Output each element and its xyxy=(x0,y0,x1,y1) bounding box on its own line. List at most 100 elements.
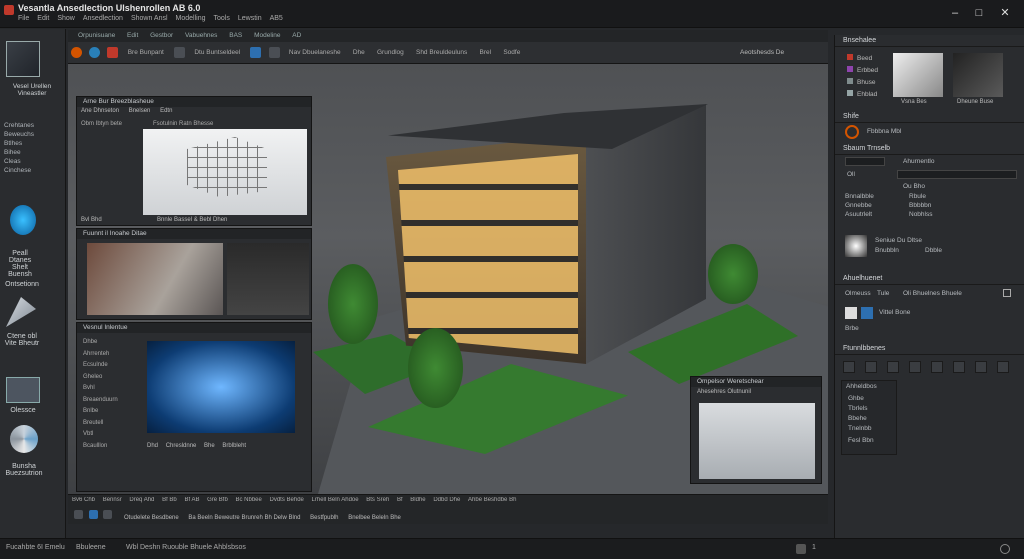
notification-icon[interactable] xyxy=(796,544,806,554)
bottom-item[interactable]: Dreq Ahd xyxy=(129,497,154,503)
menu-edit[interactable]: Edit xyxy=(37,15,49,22)
inspector-row[interactable]: Vbtl xyxy=(83,429,133,441)
minimize-icon[interactable]: – xyxy=(948,6,962,20)
tab-1[interactable]: Orpunisuane xyxy=(78,32,115,39)
light-icon[interactable] xyxy=(845,235,867,257)
bottom-item[interactable]: Bf AB xyxy=(184,497,199,503)
stop-icon[interactable] xyxy=(103,510,113,519)
material-icon[interactable] xyxy=(845,307,857,319)
inspector-foot-item[interactable]: Chresldnne xyxy=(166,443,197,449)
layer-item[interactable]: Ghbe xyxy=(848,395,864,402)
wireframe-mini-preview[interactable] xyxy=(699,403,815,479)
select-tool-icon[interactable] xyxy=(6,297,36,327)
bottom-item[interactable]: Ba Beeln Beweutre Brunreh Bh Delw Blnd xyxy=(188,515,300,521)
bottom-item[interactable]: Bv6 Chb xyxy=(72,497,95,503)
figure-tool-icon[interactable] xyxy=(10,205,36,235)
anim-item[interactable]: Tule xyxy=(877,290,889,297)
bottom-item[interactable]: Dvdts Behde xyxy=(270,497,304,503)
func-button[interactable] xyxy=(953,361,965,373)
tab-3[interactable]: Gestbor xyxy=(150,32,173,39)
close-icon[interactable]: ✕ xyxy=(998,6,1012,20)
settings-icon[interactable] xyxy=(1000,544,1010,554)
inspector-foot-item[interactable]: Dhd xyxy=(147,443,158,449)
swatch-item[interactable]: Ehblad xyxy=(847,89,878,101)
inspector-foot-item[interactable]: Brblbleht xyxy=(222,443,246,449)
func-button[interactable] xyxy=(909,361,921,373)
left-list-item[interactable]: Bihee xyxy=(4,148,34,157)
inspector-foot-item[interactable]: Bhe xyxy=(204,443,215,449)
light-row[interactable]: Bnubbln xyxy=(875,247,899,254)
panel-tab[interactable]: Ane Dhnseton xyxy=(81,108,119,114)
wireframe-tool-icon[interactable] xyxy=(6,41,40,77)
tab-5[interactable]: BAS xyxy=(229,32,242,39)
menu-shown[interactable]: Shown Ansl xyxy=(131,15,168,22)
tab-7[interactable]: AD xyxy=(292,32,301,39)
render-preview-dark[interactable] xyxy=(227,243,309,315)
pencil-icon[interactable] xyxy=(268,47,280,58)
panel-tab[interactable]: Edtn xyxy=(160,108,172,114)
bottom-item[interactable]: Bennsr xyxy=(103,497,122,503)
inspector-row[interactable]: Ecsulnde xyxy=(83,360,133,372)
left-list-item[interactable]: Btlhes xyxy=(4,139,34,148)
transform-field[interactable] xyxy=(897,170,1017,179)
move-icon[interactable] xyxy=(174,47,186,58)
inspector-row[interactable]: Ahrrenteh xyxy=(83,349,133,361)
material-check-icon[interactable] xyxy=(861,307,873,319)
inspector-row[interactable]: Bcaulllon xyxy=(83,441,133,453)
left-list-item[interactable]: Cleas xyxy=(4,157,34,166)
toolbar-label[interactable]: Grundlog xyxy=(377,49,404,56)
bottom-item[interactable]: Gre Bfb xyxy=(207,497,228,503)
layer-item[interactable]: Bbehe xyxy=(848,415,867,422)
bottom-item[interactable]: Otudelete Besdbene xyxy=(124,515,179,521)
panel-tab[interactable]: Bnelsen xyxy=(129,108,151,114)
layer-item[interactable]: Tbrlels xyxy=(848,405,868,412)
toolbar-label[interactable]: Dhe xyxy=(353,49,365,56)
disc-tool-icon[interactable] xyxy=(10,425,38,453)
func-button[interactable] xyxy=(975,361,987,373)
bottom-item[interactable]: Bc Nbbee xyxy=(235,497,261,503)
3d-viewport[interactable]: Arne Bur Breezblasheue Ane Dhnseton Bnel… xyxy=(68,64,828,494)
anim-item[interactable]: Olmeuss xyxy=(845,290,871,297)
layer-item[interactable]: Fesl Bbn xyxy=(848,437,874,444)
toolbar-right-label[interactable]: Aeotshesds De xyxy=(740,49,784,56)
bottom-item[interactable]: Bnelbee Beleln Bhe xyxy=(348,515,401,521)
func-button[interactable] xyxy=(887,361,899,373)
toolbar-label[interactable]: Sodfe xyxy=(503,49,520,56)
tab-4[interactable]: Vabuehnes xyxy=(185,32,217,39)
play-icon[interactable] xyxy=(74,510,83,519)
menu-tools[interactable]: Tools xyxy=(214,15,230,22)
material-thumb-2[interactable] xyxy=(953,53,1003,97)
prop-value[interactable]: Nobhlss xyxy=(909,211,932,218)
material-thumb-1[interactable] xyxy=(893,53,943,97)
bottom-item[interactable]: Bldhe xyxy=(410,497,425,503)
tab-6[interactable]: Modeline xyxy=(254,32,280,39)
prop-value[interactable]: Bbbbbn xyxy=(909,202,931,209)
swatch-item[interactable]: Beed xyxy=(847,53,878,65)
close-tool-icon[interactable] xyxy=(107,47,119,58)
globe-icon[interactable] xyxy=(89,47,101,58)
bottom-item[interactable]: Lrhell Beln Ahdoe xyxy=(312,497,359,503)
anim-checkbox[interactable] xyxy=(1003,289,1011,297)
swatch-item[interactable]: Bhuse xyxy=(847,77,878,89)
object-icon[interactable] xyxy=(845,125,859,139)
menu-ab5[interactable]: AB5 xyxy=(270,15,283,22)
inspector-row[interactable]: Bvhl xyxy=(83,383,133,395)
func-button[interactable] xyxy=(865,361,877,373)
menu-lewstin[interactable]: Lewstin xyxy=(238,15,262,22)
toolbar-label[interactable]: Nav Dbuelaneshe xyxy=(289,49,341,56)
inspector-row[interactable]: Gheleo xyxy=(83,372,133,384)
bottom-item[interactable]: Ddbd Dhe xyxy=(433,497,460,503)
inspector-row[interactable]: Breaenduurn xyxy=(83,395,133,407)
xray-preview[interactable] xyxy=(147,341,295,433)
render-preview[interactable] xyxy=(87,243,223,315)
bottom-item[interactable]: Bestfpublh xyxy=(310,515,338,521)
bottom-item[interactable]: Ahbe Beshdbe Bh xyxy=(468,497,516,503)
left-list-item[interactable]: Cinchese xyxy=(4,166,34,175)
menu-file[interactable]: File xyxy=(18,15,29,22)
cursor-icon[interactable] xyxy=(250,47,262,58)
tab-2[interactable]: Edit xyxy=(127,32,138,39)
toolbar-label[interactable]: Shd Breuldeuluns xyxy=(416,49,467,56)
toolbar-label[interactable]: Dtu Buntseldeel xyxy=(194,49,240,56)
inspector-row[interactable]: Dhbe xyxy=(83,337,133,349)
func-button[interactable] xyxy=(997,361,1009,373)
